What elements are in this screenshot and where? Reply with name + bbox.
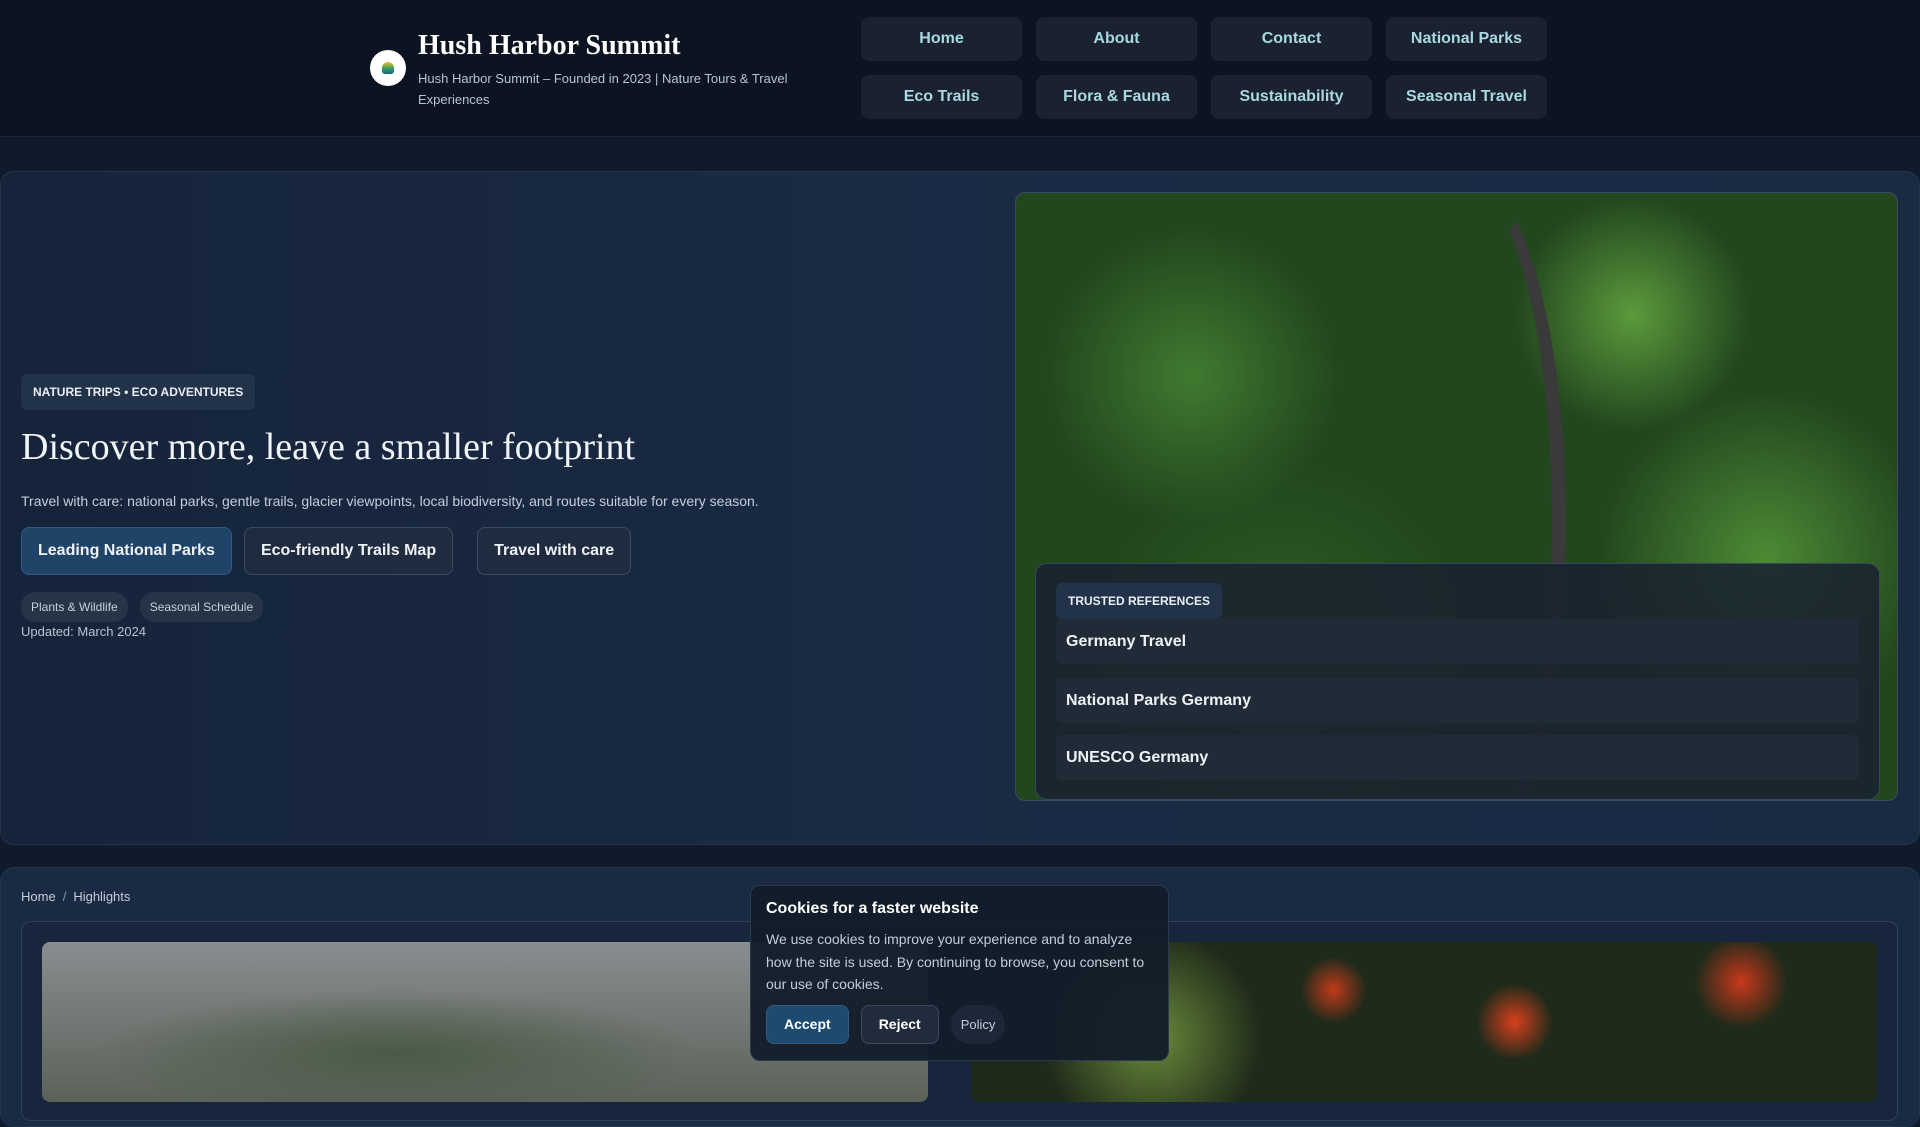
site-subtitle: Hush Harbor Summit – Founded in 2023 | N… (418, 71, 788, 107)
hero-title: Discover more, leave a smaller footprint (21, 426, 636, 468)
nav-contact[interactable]: Contact (1211, 17, 1372, 61)
policy-link[interactable]: Policy (950, 1004, 1006, 1044)
site-header: Hush Harbor Summit Hush Harbor Summit – … (0, 0, 1920, 137)
leading-parks-button[interactable]: Leading National Parks (21, 527, 232, 575)
cookie-title: Cookies for a faster website (766, 900, 979, 917)
site-title[interactable]: Hush Harbor Summit (418, 30, 680, 62)
main-nav: Home About Contact National Parks Eco Tr… (861, 17, 1547, 119)
nav-seasonal-travel[interactable]: Seasonal Travel (1386, 75, 1547, 119)
reject-button[interactable]: Reject (860, 1004, 939, 1044)
trails-map-button[interactable]: Eco-friendly Trails Map (243, 527, 454, 575)
ref-unesco-germany[interactable]: UNESCO Germany (1056, 735, 1859, 780)
nav-home[interactable]: Home (861, 17, 1022, 61)
logo-icon[interactable] (370, 50, 406, 86)
nav-national-parks[interactable]: National Parks (1386, 17, 1547, 61)
nav-flora-fauna[interactable]: Flora & Fauna (1036, 75, 1197, 119)
breadcrumb-separator: / (62, 889, 67, 904)
accept-button[interactable]: Accept (766, 1004, 849, 1044)
cookie-text: We use cookies to improve your experienc… (766, 931, 1145, 992)
breadcrumb-current: Highlights (73, 889, 131, 904)
tag-plants-wildlife[interactable]: Plants & Wildlife (21, 592, 128, 622)
ref-germany-travel[interactable]: Germany Travel (1056, 619, 1859, 664)
cookie-banner: Cookies for a faster website We use cook… (750, 885, 1169, 1061)
trusted-references-card: TRUSTED REFERENCES Germany Travel Nation… (1035, 563, 1880, 800)
nav-eco-trails[interactable]: Eco Trails (861, 75, 1022, 119)
breadcrumb: Home / Highlights (21, 889, 130, 904)
updated-date: Updated: March 2024 (21, 624, 147, 639)
hero-badge: NATURE TRIPS • ECO ADVENTURES (21, 374, 256, 410)
nav-sustainability[interactable]: Sustainability (1211, 75, 1372, 119)
travel-care-button[interactable]: Travel with care (477, 527, 632, 575)
breadcrumb-home[interactable]: Home (21, 889, 56, 904)
references-badge: TRUSTED REFERENCES (1056, 583, 1223, 619)
ref-national-parks-germany[interactable]: National Parks Germany (1056, 678, 1859, 723)
tag-seasonal-schedule[interactable]: Seasonal Schedule (139, 592, 264, 622)
hero-text: Travel with care: national parks, gentle… (21, 493, 759, 509)
nav-about[interactable]: About (1036, 17, 1197, 61)
